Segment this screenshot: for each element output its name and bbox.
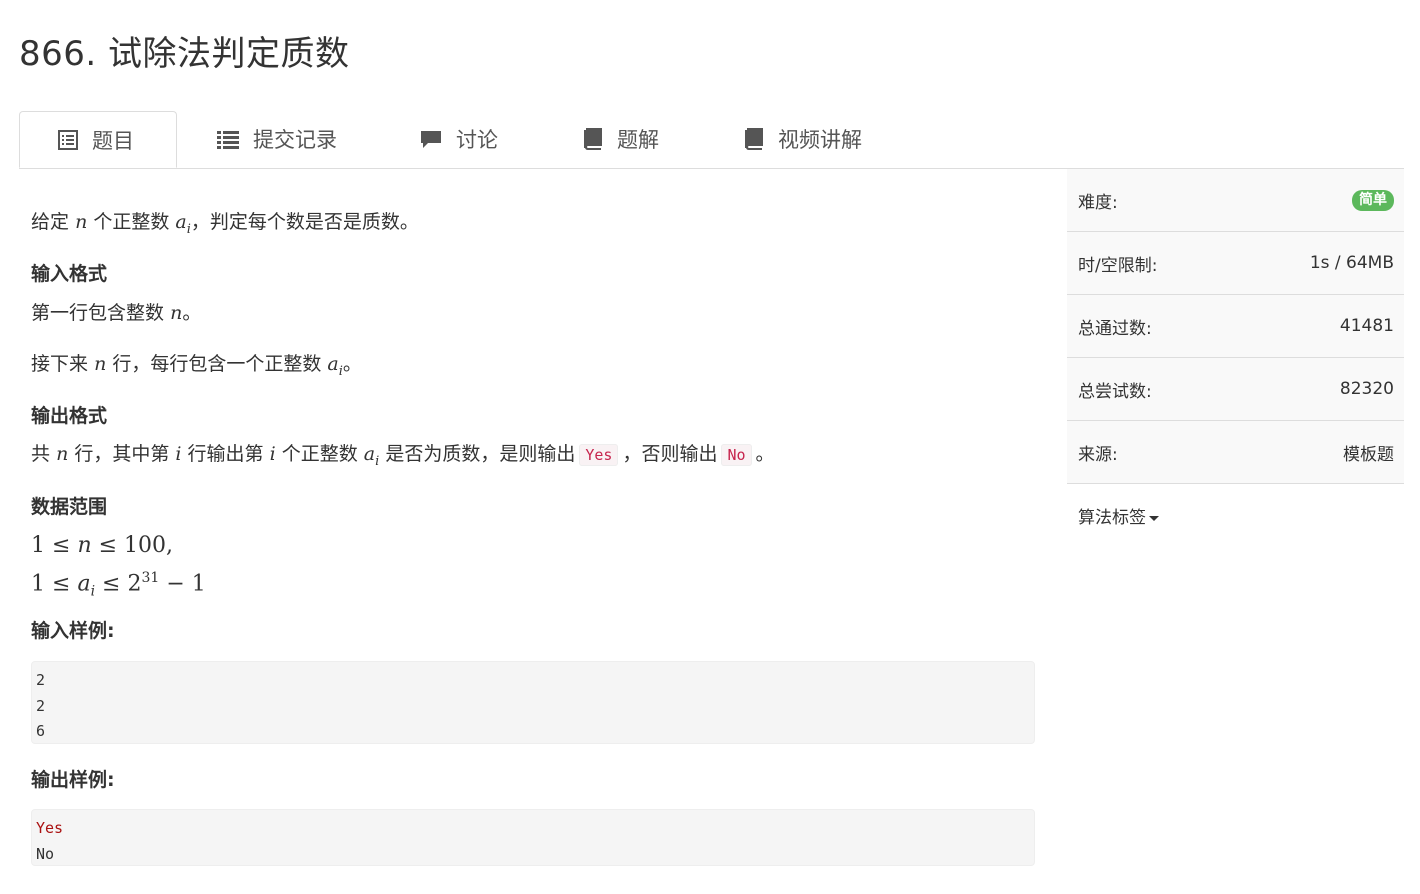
- sample-output-block: Yes No: [31, 809, 1035, 866]
- math-var: n: [94, 353, 107, 375]
- math-op: ≤: [102, 571, 121, 597]
- statement-text: 是否为质数，是则输出: [385, 443, 576, 465]
- limit-value: 1s / 64MB: [1309, 253, 1394, 273]
- list-alt-icon: [58, 129, 78, 150]
- output-format-line: 共 n 行，其中第 i 行输出第 i 个正整数 ai 是否为质数，是则输出 Yes…: [31, 440, 775, 476]
- difficulty-label: 难度:: [1078, 192, 1118, 213]
- sample-output-heading: 输出样例:: [31, 769, 115, 791]
- statement-text: 个正整数: [93, 211, 170, 233]
- tab-discussion[interactable]: 讨论: [382, 111, 532, 167]
- math-sub: i: [375, 453, 380, 469]
- statement-text: 。: [342, 353, 362, 375]
- math-exp: 31: [141, 570, 160, 586]
- passed-row: 总通过数: 41481: [1067, 295, 1404, 358]
- tried-value: 82320: [1339, 379, 1394, 399]
- math-op: ,: [166, 533, 174, 558]
- math-num: 1: [191, 571, 206, 597]
- tab-label: 讨论: [456, 128, 498, 152]
- math-num: 1: [31, 571, 45, 597]
- comment-icon: [420, 129, 442, 149]
- problem-tabs: 题目 提交记录 讨论 题解 视频讲解: [19, 111, 1404, 169]
- code-line: 2: [36, 696, 46, 715]
- statement-text: 接下来: [31, 353, 89, 375]
- math-var: i: [269, 443, 276, 465]
- statement-text: 第一行包含整数: [31, 302, 165, 324]
- math-sub: i: [90, 583, 96, 600]
- sample-input-heading: 输入样例:: [31, 620, 115, 642]
- tab-label: 视频讲解: [778, 128, 862, 152]
- range-line2: 1 ≤ ai ≤ 231 − 1: [31, 564, 206, 606]
- tab-label: 题目: [92, 128, 134, 153]
- code-line: 6: [36, 722, 46, 740]
- code-line: No: [36, 844, 55, 863]
- tab-submissions[interactable]: 提交记录: [179, 111, 369, 167]
- book-icon: [744, 128, 764, 150]
- statement-text: 行输出第: [187, 443, 264, 465]
- statement-text: 行，每行包含一个正整数: [112, 353, 322, 375]
- problem-info-sidebar: 难度: 简单 时/空限制: 1s / 64MB 总通过数: 41481 总尝试数…: [1067, 168, 1404, 547]
- statement-text: 给定: [31, 211, 70, 233]
- list-icon: [217, 129, 239, 149]
- math-var: a: [175, 211, 187, 233]
- math-num: 1: [31, 533, 45, 558]
- statement-text: 个正整数: [281, 443, 358, 465]
- statement-text: ，否则输出: [622, 443, 718, 465]
- math-op: ≤: [52, 571, 71, 597]
- book-icon: [583, 128, 603, 150]
- code-line: 2: [36, 671, 46, 689]
- difficulty-badge: 简单: [1352, 189, 1394, 211]
- range-line1: 1 ≤ n ≤ 100,: [31, 532, 173, 560]
- math-num: 2: [127, 571, 142, 597]
- statement-text: 。: [182, 302, 202, 324]
- math-op: ≤: [98, 533, 118, 558]
- tags-toggle[interactable]: 算法标签: [1067, 484, 1404, 547]
- math-num: 100: [124, 533, 167, 558]
- input-format-heading: 输入格式: [31, 263, 108, 285]
- inline-code-yes: Yes: [579, 444, 619, 466]
- data-range-heading: 数据范围: [31, 496, 108, 518]
- passed-value: 41481: [1339, 316, 1394, 336]
- math-var: n: [170, 302, 183, 324]
- tried-row: 总尝试数: 82320: [1067, 358, 1404, 421]
- math-op: −: [166, 571, 185, 597]
- math-var: i: [175, 443, 182, 465]
- tab-label: 提交记录: [253, 128, 337, 152]
- inline-code-no: No: [721, 444, 752, 466]
- limit-label: 时/空限制:: [1078, 255, 1158, 276]
- math-var: a: [327, 353, 339, 375]
- problem-statement: 给定 n 个正整数 ai，判定每个数是否是质数。: [31, 208, 419, 244]
- tags-label: 算法标签: [1078, 508, 1146, 528]
- statement-text: 共: [31, 443, 51, 465]
- input-format-line1: 第一行包含整数 n。: [31, 299, 201, 327]
- caret-down-icon: [1149, 515, 1159, 521]
- sample-input-block: 2 2 6: [31, 661, 1035, 744]
- statement-text: 。: [755, 443, 775, 465]
- code-line: Yes: [36, 819, 64, 837]
- tried-label: 总尝试数:: [1078, 381, 1152, 402]
- tags-label-wrap: 算法标签: [1078, 503, 1159, 528]
- output-format-heading: 输出格式: [31, 405, 108, 427]
- math-op: ≤: [52, 533, 71, 558]
- source-value[interactable]: 模板题: [1343, 440, 1394, 465]
- difficulty-row: 难度: 简单: [1067, 169, 1404, 232]
- statement-text: 行，其中第: [74, 443, 170, 465]
- source-row: 来源: 模板题: [1067, 421, 1404, 484]
- passed-label: 总通过数:: [1078, 318, 1152, 339]
- tab-solutions[interactable]: 题解: [545, 111, 695, 167]
- statement-text: ，判定每个数是否是质数。: [190, 211, 419, 233]
- source-label: 来源:: [1078, 444, 1118, 465]
- problem-title: 866. 试除法判定质数: [19, 34, 350, 74]
- math-var: a: [363, 443, 376, 465]
- math-var: n: [77, 533, 92, 558]
- input-format-line2: 接下来 n 行，每行包含一个正整数 ai。: [31, 350, 362, 386]
- tab-video[interactable]: 视频讲解: [706, 111, 906, 167]
- math-var: n: [75, 211, 88, 233]
- math-var: n: [56, 443, 69, 465]
- tab-label: 题解: [617, 128, 659, 152]
- math-var: a: [77, 571, 91, 597]
- limit-row: 时/空限制: 1s / 64MB: [1067, 232, 1404, 295]
- tab-problem[interactable]: 题目: [19, 111, 177, 168]
